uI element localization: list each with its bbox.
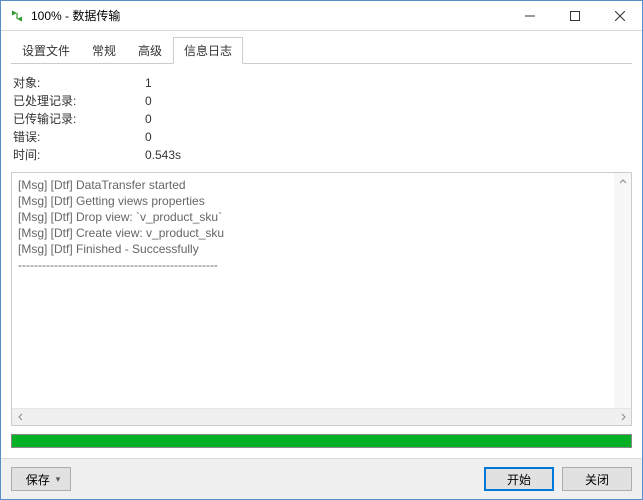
progress-fill xyxy=(12,435,631,447)
stat-row-errors: 错误: 0 xyxy=(13,128,630,146)
stat-value-processed: 0 xyxy=(145,92,152,110)
log-vertical-scrollbar[interactable] xyxy=(614,173,631,408)
stat-label-errors: 错误: xyxy=(13,128,145,146)
scroll-right-icon xyxy=(614,409,631,425)
maximize-button[interactable] xyxy=(552,1,597,30)
save-button-label: 保存 xyxy=(26,471,50,488)
scroll-left-icon xyxy=(12,409,29,425)
log-horizontal-scrollbar[interactable] xyxy=(12,408,631,425)
stat-label-transferred: 已传输记录: xyxy=(13,110,145,128)
tab-message-log[interactable]: 信息日志 xyxy=(173,37,243,64)
progress-bar xyxy=(11,434,632,448)
save-dropdown-button[interactable]: 保存 ▾ xyxy=(11,467,71,491)
tab-bar: 设置文件 常规 高级 信息日志 xyxy=(11,37,632,64)
start-button[interactable]: 开始 xyxy=(484,467,554,491)
window-title: 100% - 数据传输 xyxy=(31,7,120,24)
tab-advanced[interactable]: 高级 xyxy=(127,37,173,64)
chevron-down-icon: ▾ xyxy=(56,474,61,485)
close-dialog-button[interactable]: 关闭 xyxy=(562,467,632,491)
stats-panel: 对象: 1 已处理记录: 0 已传输记录: 0 错误: 0 时间: 0.543s xyxy=(13,74,630,164)
stat-value-errors: 0 xyxy=(145,128,152,146)
stat-label-time: 时间: xyxy=(13,146,145,164)
stat-value-transferred: 0 xyxy=(145,110,152,128)
close-button[interactable] xyxy=(597,1,642,30)
start-button-label: 开始 xyxy=(507,471,531,488)
stat-value-time: 0.543s xyxy=(145,146,181,164)
window-controls xyxy=(507,1,642,30)
tab-settings-file[interactable]: 设置文件 xyxy=(11,37,81,64)
close-button-label: 关闭 xyxy=(585,471,609,488)
stat-row-transferred: 已传输记录: 0 xyxy=(13,110,630,128)
log-box: [Msg] [Dtf] DataTransfer started [Msg] [… xyxy=(11,172,632,426)
stat-value-objects: 1 xyxy=(145,74,152,92)
stat-label-objects: 对象: xyxy=(13,74,145,92)
stat-row-time: 时间: 0.543s xyxy=(13,146,630,164)
tab-general[interactable]: 常规 xyxy=(81,37,127,64)
dialog-body: 设置文件 常规 高级 信息日志 对象: 1 已处理记录: 0 已传输记录: 0 … xyxy=(1,31,642,458)
minimize-button[interactable] xyxy=(507,1,552,30)
scroll-up-icon xyxy=(615,173,631,190)
footer: 保存 ▾ 开始 关闭 xyxy=(1,458,642,499)
stat-row-objects: 对象: 1 xyxy=(13,74,630,92)
stat-row-processed: 已处理记录: 0 xyxy=(13,92,630,110)
log-content[interactable]: [Msg] [Dtf] DataTransfer started [Msg] [… xyxy=(12,173,631,408)
titlebar: 100% - 数据传输 xyxy=(1,1,642,31)
stat-label-processed: 已处理记录: xyxy=(13,92,145,110)
app-icon xyxy=(9,8,25,24)
app-window: 100% - 数据传输 设置文件 常规 高级 信息日志 对象: 1 xyxy=(0,0,643,500)
